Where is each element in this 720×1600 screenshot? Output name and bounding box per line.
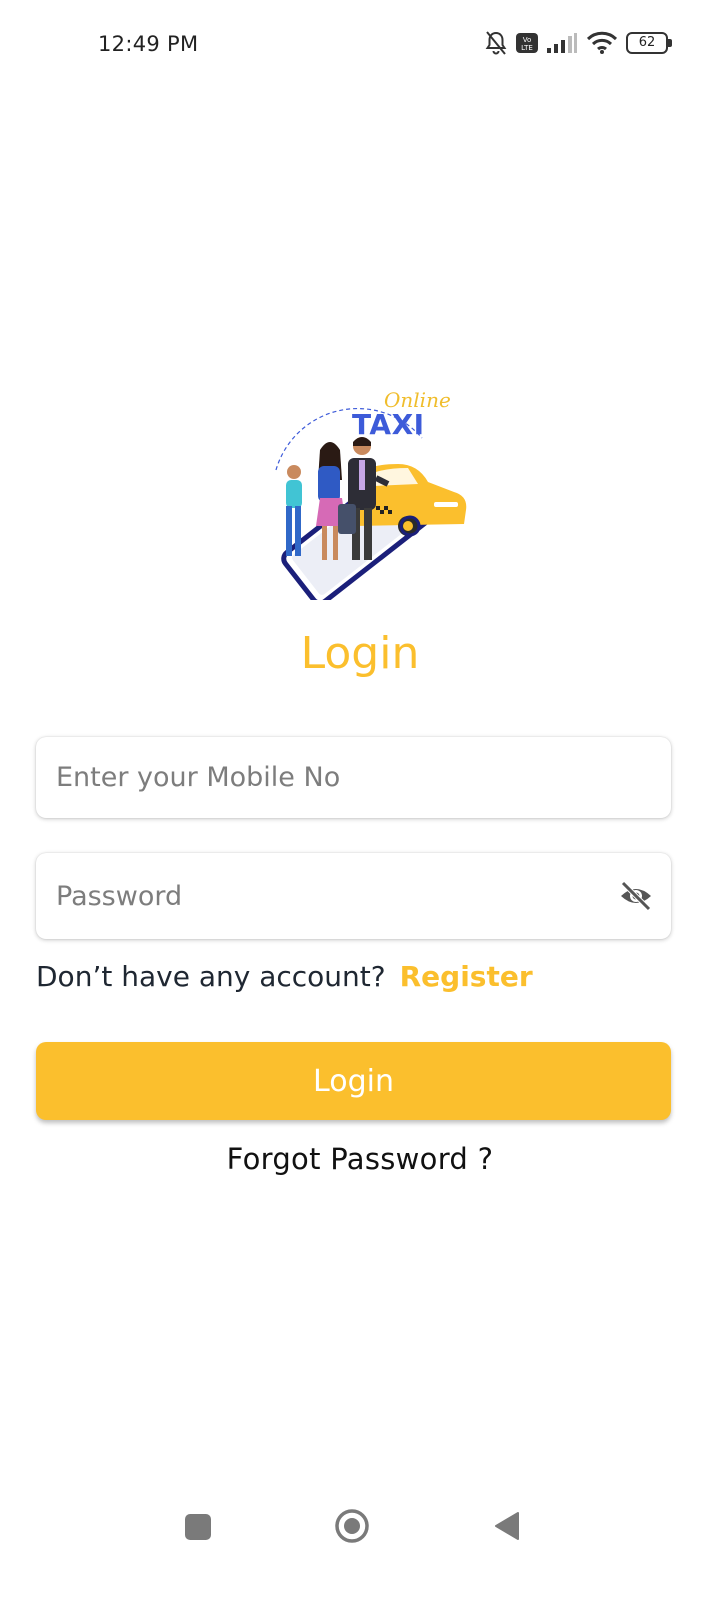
recents-square-icon[interactable] [185,1514,211,1540]
home-circle-icon[interactable] [334,1508,370,1544]
register-prompt-text: Don’t have any account? [36,960,386,993]
logo-text-taxi: TAXI [352,408,425,441]
volte-icon: Vo LTE [516,32,538,54]
mobile-number-input[interactable] [56,737,616,818]
system-nav-bar [0,1490,720,1560]
page-title: Login [300,628,420,679]
svg-text:Vo: Vo [523,36,532,44]
back-triangle-icon[interactable] [492,1510,520,1542]
status-time: 12:49 PM [98,32,199,56]
status-icons: Vo LTE 62 [484,30,672,56]
register-link[interactable]: Register [400,960,533,993]
login-button[interactable]: Login [36,1042,671,1120]
svg-text:LTE: LTE [521,44,533,52]
mobile-field-container [36,737,671,818]
bell-muted-icon [484,30,508,56]
forgot-password-link[interactable]: Forgot Password ? [0,1142,720,1176]
password-field-container [36,853,671,939]
status-bar: 12:49 PM Vo LTE 62 [0,0,720,92]
password-input[interactable] [56,853,616,939]
battery-icon: 62 [626,32,672,54]
eye-off-icon[interactable] [619,880,653,912]
register-prompt-row: Don’t have any account? Register [36,960,533,993]
wifi-icon [586,31,618,55]
signal-icon [546,32,578,54]
battery-level: 62 [638,35,656,50]
